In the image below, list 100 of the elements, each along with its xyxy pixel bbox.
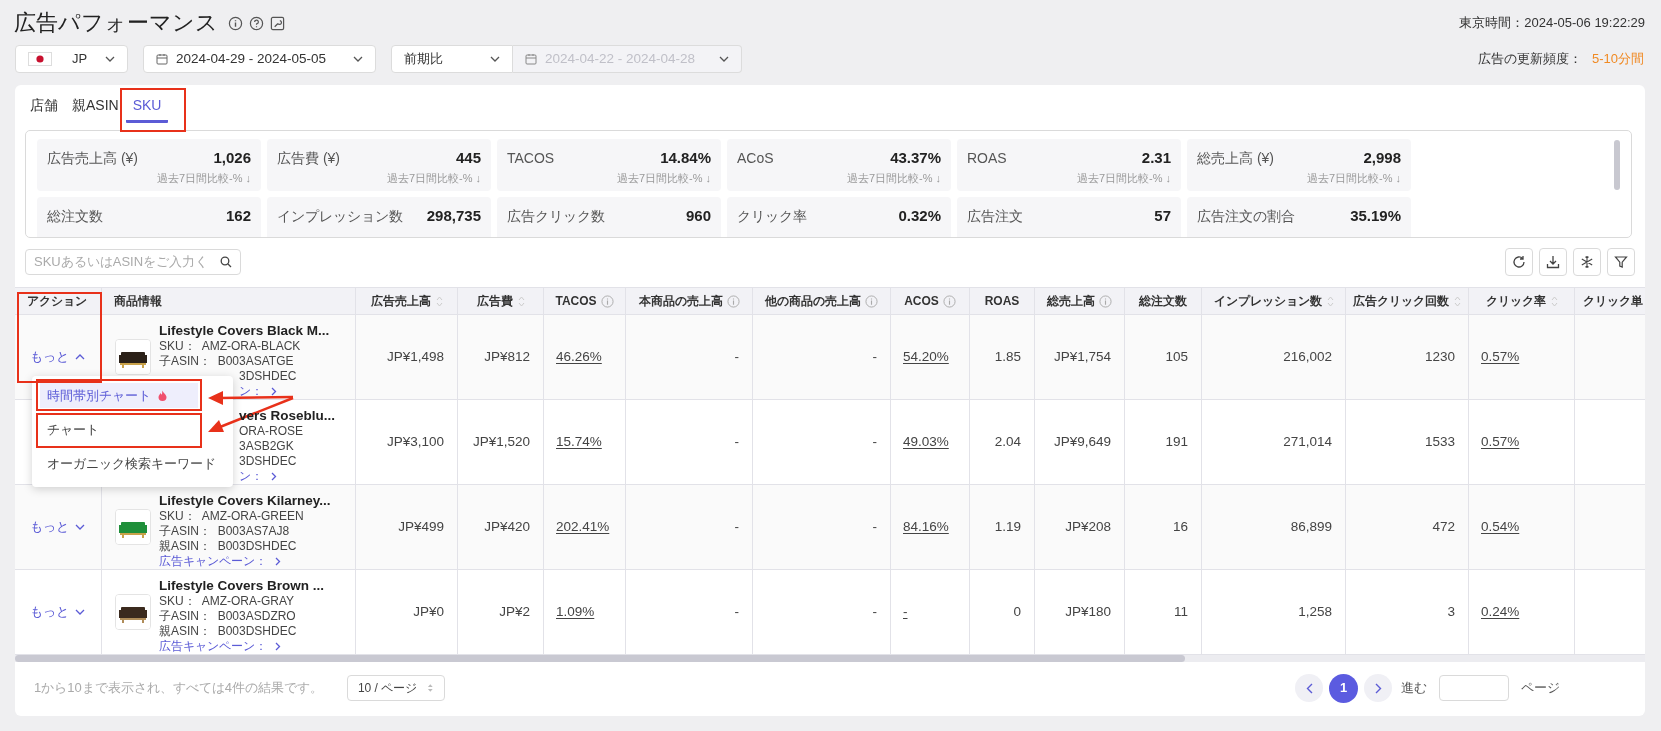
- table-cell-text: -: [734, 602, 739, 621]
- freeze-button[interactable]: [1573, 248, 1601, 276]
- table-cell-text: 0: [1013, 602, 1021, 621]
- sort-icon[interactable]: [1326, 295, 1334, 307]
- metric-value: 2,998: [1363, 148, 1401, 168]
- column-header: 広告売上高: [370, 293, 431, 310]
- metric-comparison: 過去7日間比較-% ↓: [1306, 170, 1401, 186]
- search-field[interactable]: SKUあるいはASINをご入力く: [25, 249, 241, 275]
- campaign-link[interactable]: 広告キャンペーン：: [159, 554, 267, 569]
- chevron-right-icon[interactable]: [271, 472, 277, 481]
- table-cell[interactable]: 49.03%: [903, 431, 949, 453]
- metric-value: 0.32%: [898, 206, 941, 226]
- table-cell-text: 11: [1174, 602, 1188, 621]
- table-cell-text: JP¥3,100: [386, 432, 444, 451]
- table-cell-text: -: [734, 347, 739, 366]
- help-icon[interactable]: [249, 15, 264, 31]
- more-button[interactable]: もっと: [30, 602, 85, 622]
- compare-select[interactable]: 前期比: [391, 45, 513, 73]
- calendar-icon: [156, 53, 168, 65]
- table-cell-text: JP¥1,754: [1053, 347, 1111, 366]
- table-cell[interactable]: 84.16%: [903, 516, 949, 538]
- menu-item[interactable]: チャート: [40, 417, 198, 442]
- page-input[interactable]: [1439, 675, 1509, 701]
- more-button[interactable]: もっと: [30, 347, 85, 367]
- table-cell[interactable]: 0.24%: [1481, 601, 1520, 623]
- table-cell[interactable]: 0.57%: [1481, 431, 1520, 453]
- tab[interactable]: 親ASIN: [65, 91, 126, 123]
- info-icon[interactable]: [228, 15, 243, 31]
- column-header: 広告費: [476, 293, 513, 310]
- sort-icon[interactable]: [1550, 295, 1558, 307]
- tab[interactable]: 店舗: [23, 91, 65, 123]
- scrollbar-thumb[interactable]: [1614, 140, 1620, 190]
- table-cell[interactable]: 15.74%: [556, 431, 602, 453]
- refresh-button[interactable]: [1505, 248, 1533, 276]
- metric-value: 43.37%: [890, 148, 941, 168]
- refresh-icon: [1512, 255, 1526, 269]
- download-button[interactable]: [1539, 248, 1567, 276]
- metric-value: 14.84%: [660, 148, 711, 168]
- more-button[interactable]: もっと: [30, 517, 85, 537]
- page-size-select[interactable]: 10 / ページ: [346, 675, 445, 701]
- chevron-right-icon[interactable]: [275, 642, 281, 651]
- date-range-picker[interactable]: 2024-04-29 - 2024-05-05: [143, 45, 376, 73]
- table-cell-text: JP¥812: [484, 347, 530, 366]
- horizontal-scrollbar-thumb[interactable]: [15, 655, 1185, 662]
- product-detail: 子ASIN： B003ASDZRO: [159, 609, 297, 624]
- metric-label: 総注文数: [47, 206, 103, 226]
- table-cell[interactable]: 202.41%: [556, 516, 610, 538]
- sort-icon[interactable]: [517, 295, 525, 307]
- campaign-link[interactable]: ン：: [239, 469, 263, 484]
- column-header: クリック単: [1583, 293, 1643, 310]
- table-cell-text: 1.19: [994, 517, 1021, 536]
- search-icon: [220, 256, 232, 268]
- sort-icon[interactable]: [1454, 295, 1461, 307]
- table-cell[interactable]: 54.20%: [903, 346, 949, 368]
- metric-label: ROAS: [967, 148, 1007, 168]
- chevron-right-icon[interactable]: [275, 557, 281, 566]
- metric-label: TACOS: [507, 148, 555, 168]
- filter-icon: [1614, 255, 1628, 269]
- table-cell-text: -: [872, 432, 877, 451]
- page-button[interactable]: 1: [1329, 673, 1358, 703]
- product-name: Lifestyle Covers Brown ...: [159, 577, 325, 594]
- table-cell-text: 1.85: [994, 347, 1021, 366]
- chevron-down-icon: [353, 56, 363, 62]
- filter-button[interactable]: [1607, 248, 1635, 276]
- table-cell-text: JP¥420: [484, 517, 530, 536]
- tab[interactable]: SKU: [125, 91, 169, 123]
- product-detail: 親ASIN： B003DSHDEC: [159, 539, 298, 554]
- column-header: 総売上高: [1047, 293, 1095, 310]
- table-cell[interactable]: 0.54%: [1481, 516, 1520, 538]
- sort-icon[interactable]: [435, 295, 443, 307]
- campaign-link[interactable]: ン：: [239, 384, 263, 399]
- metric-label: 広告売上高 (¥): [47, 148, 138, 168]
- column-header: アクション: [27, 293, 87, 310]
- table-cell-text: JP¥2: [499, 602, 530, 621]
- table-cell[interactable]: 1.09%: [556, 601, 595, 623]
- table-cell-text: 3: [1447, 602, 1455, 621]
- table-cell[interactable]: -: [903, 601, 908, 623]
- metric-comparison: 過去7日間比較-% ↓: [386, 170, 481, 186]
- chevron-up-icon: [75, 354, 85, 360]
- column-header: TACOS: [555, 293, 597, 310]
- next-page-button[interactable]: [1364, 674, 1392, 702]
- table-cell-text: 216,002: [1283, 347, 1332, 366]
- table-cell-text: 1533: [1424, 432, 1455, 451]
- table-cell-text: 271,014: [1283, 432, 1332, 451]
- table-cell-text: 191: [1165, 432, 1188, 451]
- metric-label: 広告クリック数: [507, 206, 605, 226]
- table-cell[interactable]: 46.26%: [556, 346, 602, 368]
- marketplace-select[interactable]: JP: [15, 45, 128, 73]
- table-cell-text: JP¥499: [398, 517, 444, 536]
- chevron-right-icon[interactable]: [271, 387, 277, 396]
- table-cell[interactable]: 0.57%: [1481, 346, 1520, 368]
- metric-label: 広告注文: [967, 206, 1023, 226]
- column-header: 本商品の売上高: [638, 293, 723, 310]
- menu-item[interactable]: オーガニック検索キーワード: [40, 451, 223, 476]
- chevron-down-icon: [490, 56, 500, 62]
- menu-item[interactable]: 時間帯別チャート: [40, 383, 198, 408]
- chevron-down-icon: [75, 609, 85, 615]
- campaign-link[interactable]: 広告キャンペーン：: [159, 639, 267, 654]
- previous-page-button[interactable]: [1295, 674, 1323, 702]
- column-header: 商品情報: [114, 293, 162, 310]
